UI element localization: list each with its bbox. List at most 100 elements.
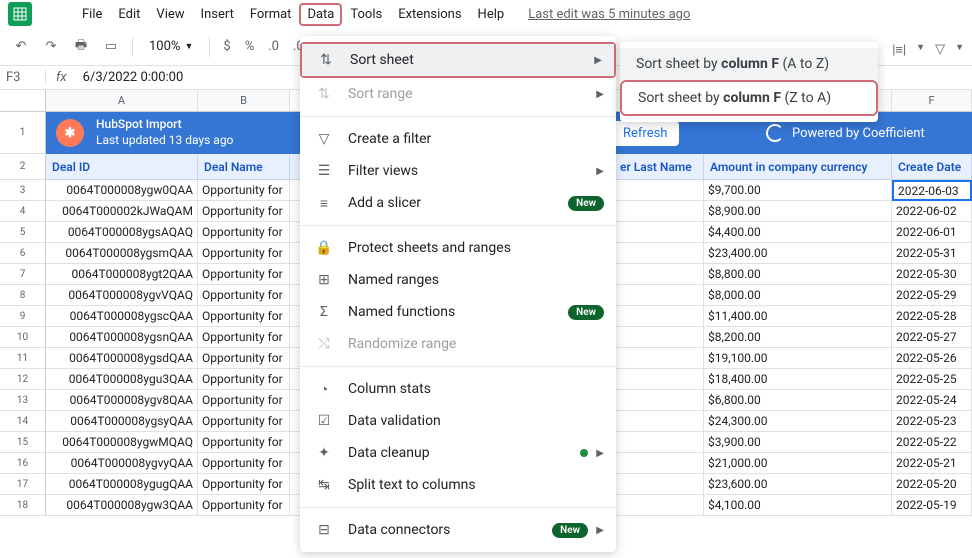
cell-amount[interactable]: $3,900.00	[704, 432, 892, 453]
cell-deal-id[interactable]: 0064T000008ygu3QAA	[46, 369, 198, 390]
cell-amount[interactable]: $23,400.00	[704, 243, 892, 264]
row-number[interactable]: 6	[0, 243, 46, 264]
menu-edit[interactable]: Edit	[110, 3, 148, 26]
cell-deal-id[interactable]: 0064T000008ygw3QAA	[46, 495, 198, 516]
menu-file[interactable]: File	[74, 3, 110, 26]
cell-create-date[interactable]: 2022-05-22	[892, 432, 972, 453]
cell-deal-id[interactable]: 0064T000002kJWaQAM	[46, 201, 198, 222]
cell-deal-id[interactable]: 0064T000008ygsyQAA	[46, 411, 198, 432]
format-dec-remove[interactable]: .0	[263, 39, 284, 54]
cell-deal-name[interactable]: Opportunity for	[198, 453, 290, 474]
menu-tools[interactable]: Tools	[342, 3, 390, 26]
cell-deal-id[interactable]: 0064T000008ygsnQAA	[46, 327, 198, 348]
select-all-corner[interactable]	[0, 90, 46, 111]
row-number[interactable]: 7	[0, 264, 46, 285]
name-box[interactable]: F3	[0, 70, 46, 85]
sheets-logo[interactable]	[8, 2, 32, 26]
row-number[interactable]: 18	[0, 495, 46, 516]
row-number[interactable]: 2	[0, 154, 46, 180]
cell-deal-name[interactable]: Opportunity for	[198, 222, 290, 243]
menu-insert[interactable]: Insert	[193, 3, 242, 26]
cell-amount[interactable]: $23,600.00	[704, 474, 892, 495]
cell-deal-id[interactable]: 0064T000008ygwMQAQ	[46, 432, 198, 453]
cell-create-date[interactable]: 2022-05-23	[892, 411, 972, 432]
cell-create-date[interactable]: 2022-05-27	[892, 327, 972, 348]
cell-create-date[interactable]: 2022-06-03	[892, 180, 972, 201]
cell-deal-id[interactable]: 0064T000008ygsmQAA	[46, 243, 198, 264]
cell-deal-id[interactable]: 0064T000008ygt2QAA	[46, 264, 198, 285]
menu-named-functions[interactable]: Σ Named functions New	[300, 296, 616, 328]
cell-amount[interactable]: $19,100.00	[704, 348, 892, 369]
cell-create-date[interactable]: 2022-05-28	[892, 306, 972, 327]
cell-create-date[interactable]: 2022-05-31	[892, 243, 972, 264]
cell-deal-id[interactable]: 0064T000008ygvyQAA	[46, 453, 198, 474]
cell-deal-name[interactable]: Opportunity for	[198, 285, 290, 306]
menu-sort-sheet[interactable]: ⇅ Sort sheet ▶	[302, 44, 614, 76]
cell-deal-name[interactable]: Opportunity for	[198, 474, 290, 495]
row-number[interactable]: 8	[0, 285, 46, 306]
cell-amount[interactable]: $8,200.00	[704, 327, 892, 348]
cell-create-date[interactable]: 2022-05-30	[892, 264, 972, 285]
filter-icon[interactable]: ▽	[935, 42, 945, 58]
cell-deal-id[interactable]: 0064T000008ygscQAA	[46, 306, 198, 327]
row-number[interactable]: 11	[0, 348, 46, 369]
cell-deal-id[interactable]: 0064T000008ygsAQAQ	[46, 222, 198, 243]
cell-deal-id[interactable]: 0064T000008ygugQAA	[46, 474, 198, 495]
cell-amount[interactable]: $8,900.00	[704, 201, 892, 222]
undo-icon[interactable]: ↶	[8, 34, 34, 60]
menu-filter-views[interactable]: ☰ Filter views ▶	[300, 155, 616, 187]
th-last-name[interactable]: er Last Name	[614, 154, 704, 180]
row-number[interactable]: 12	[0, 369, 46, 390]
cell-amount[interactable]: $18,400.00	[704, 369, 892, 390]
cell-amount[interactable]: $21,000.00	[704, 453, 892, 474]
row-number[interactable]: 16	[0, 453, 46, 474]
menu-help[interactable]: Help	[470, 3, 513, 26]
format-percent[interactable]: %	[240, 39, 260, 54]
col-header-F[interactable]: F	[892, 90, 972, 111]
cell-create-date[interactable]: 2022-06-02	[892, 201, 972, 222]
cell-deal-id[interactable]: 0064T000008ygvVQAQ	[46, 285, 198, 306]
menu-data-validation[interactable]: ☑ Data validation	[300, 405, 616, 437]
cell-deal-name[interactable]: Opportunity for	[198, 348, 290, 369]
cell-deal-name[interactable]: Opportunity for	[198, 411, 290, 432]
cell-deal-name[interactable]: Opportunity for	[198, 180, 290, 201]
cell-create-date[interactable]: 2022-05-19	[892, 495, 972, 516]
cell-amount[interactable]: $6,800.00	[704, 390, 892, 411]
cell-deal-name[interactable]: Opportunity for	[198, 264, 290, 285]
row-number[interactable]: 14	[0, 411, 46, 432]
menu-format[interactable]: Format	[242, 3, 300, 26]
cell-create-date[interactable]: 2022-05-26	[892, 348, 972, 369]
cell-deal-name[interactable]: Opportunity for	[198, 306, 290, 327]
col-header-A[interactable]: A	[46, 90, 198, 111]
menu-create-filter[interactable]: ▽ Create a filter	[300, 123, 616, 155]
menu-split-text[interactable]: ↹ Split text to columns	[300, 469, 616, 501]
formula-input[interactable]: 6/3/2022 0:00:00	[77, 70, 190, 85]
col-header-B[interactable]: B	[198, 90, 290, 111]
format-currency[interactable]: $	[218, 39, 235, 54]
row-number[interactable]: 9	[0, 306, 46, 327]
row-number[interactable]: 10	[0, 327, 46, 348]
menu-column-stats[interactable]: ◔ Column stats	[300, 373, 616, 405]
row-number[interactable]: 1	[0, 112, 46, 154]
cell-deal-id[interactable]: 0064T000008ygsdQAA	[46, 348, 198, 369]
menu-protect[interactable]: 🔒 Protect sheets and ranges	[300, 232, 616, 264]
th-create-date[interactable]: Create Date	[892, 154, 972, 180]
menu-data-cleanup[interactable]: ✦ Data cleanup ▶	[300, 437, 616, 469]
th-amount[interactable]: Amount in company currency	[704, 154, 892, 180]
cell-deal-name[interactable]: Opportunity for	[198, 390, 290, 411]
cell-amount[interactable]: $24,300.00	[704, 411, 892, 432]
cell-create-date[interactable]: 2022-05-29	[892, 285, 972, 306]
cell-deal-name[interactable]: Opportunity for	[198, 432, 290, 453]
menu-named-ranges[interactable]: ⊞ Named ranges	[300, 264, 616, 296]
row-number[interactable]: 3	[0, 180, 46, 201]
cell-amount[interactable]: $4,400.00	[704, 222, 892, 243]
menu-data-connectors[interactable]: ⊟ Data connectors New ▶	[300, 514, 616, 546]
refresh-button[interactable]: Refresh	[611, 121, 679, 146]
paint-format-icon[interactable]: ▭	[98, 34, 124, 60]
cell-create-date[interactable]: 2022-05-24	[892, 390, 972, 411]
row-number[interactable]: 5	[0, 222, 46, 243]
row-number[interactable]: 4	[0, 201, 46, 222]
cell-amount[interactable]: $8,000.00	[704, 285, 892, 306]
sort-az[interactable]: Sort sheet by column F (A to Z)	[620, 48, 878, 80]
cell-create-date[interactable]: 2022-05-21	[892, 453, 972, 474]
